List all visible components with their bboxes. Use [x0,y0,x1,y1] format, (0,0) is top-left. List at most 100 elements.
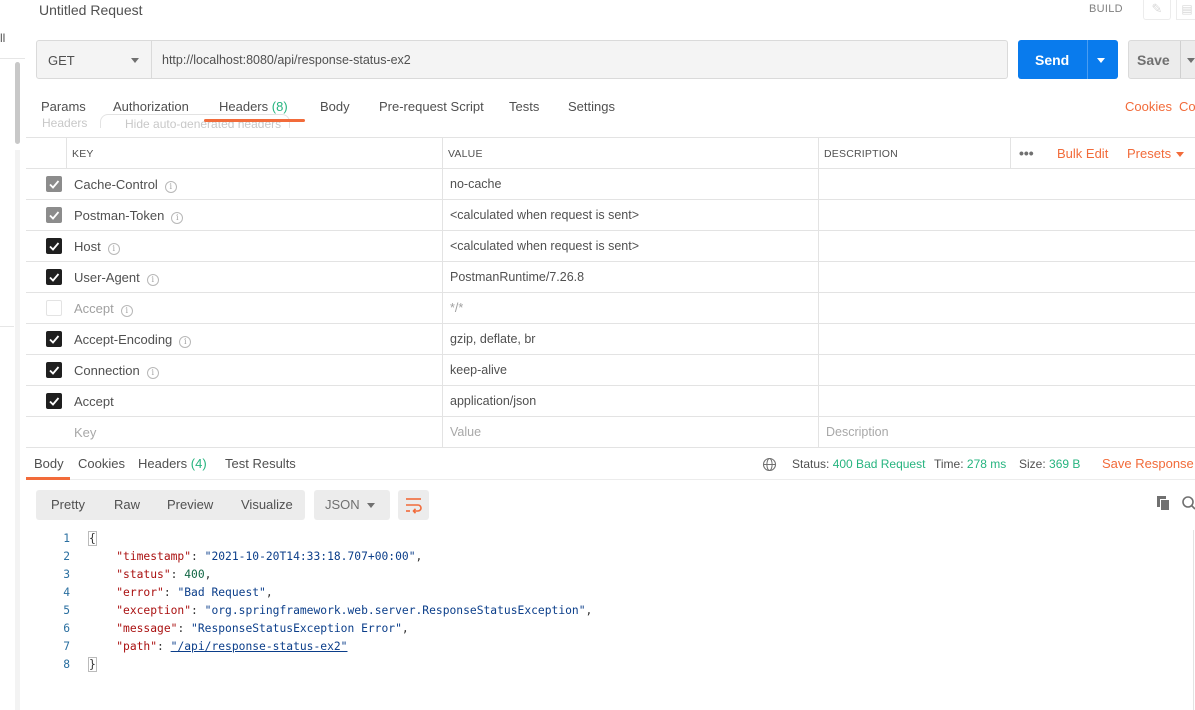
bulk-edit-button[interactable]: Bulk Edit [1057,146,1108,161]
code-link[interactable]: Co [1179,99,1195,114]
response-tab-test-results[interactable]: Test Results [225,456,296,471]
info-icon[interactable]: i [146,367,159,379]
send-divider [1087,40,1088,79]
format-raw[interactable]: Raw [114,497,140,512]
header-key[interactable]: Accept i [74,301,133,317]
header-value[interactable]: keep-alive [450,363,507,377]
response-size[interactable]: Size: 369 B [1019,457,1080,471]
row-checkbox[interactable] [46,331,62,347]
save-options-chevron-icon[interactable] [1187,58,1195,63]
row-checkbox[interactable] [46,393,62,409]
copy-icon[interactable] [1156,495,1171,511]
info-icon[interactable]: i [171,212,184,224]
sidebar-clipped-label[interactable]: ll [0,31,5,45]
row-checkbox[interactable] [46,238,62,254]
header-value[interactable]: gzip, deflate, br [450,332,535,346]
json-value: "ResponseStatusException Error" [191,622,402,635]
json-link-value[interactable]: "/api/response-status-ex2" [171,640,348,653]
request-title[interactable]: Untitled Request [39,2,143,18]
documentation-button[interactable]: ▤ [1176,0,1195,20]
cookies-link[interactable]: Cookies [1125,99,1172,114]
info-icon[interactable]: i [164,181,177,193]
sidebar-scrollbar-track[interactable] [15,150,20,710]
presets-chevron-icon[interactable] [1176,152,1184,157]
code-line: "timestamp": "2021-10-20T14:33:18.707+00… [116,550,423,563]
response-body[interactable]: 1 { 2 "timestamp": "2021-10-20T14:33:18.… [26,530,1195,710]
send-options-chevron-icon[interactable] [1097,58,1105,63]
format-pretty[interactable]: Pretty [51,497,85,512]
new-key-input[interactable]: Key [74,425,96,440]
row-checkbox[interactable] [46,176,62,192]
build-label[interactable]: BUILD [1089,3,1123,15]
response-status[interactable]: Status: 400 Bad Request [792,457,925,471]
response-tab-cookies-label: Cookies [78,456,125,471]
header-key[interactable]: Cache-Control i [74,177,177,193]
time-value: 278 ms [966,457,1007,471]
header-key[interactable]: Connection i [74,363,159,379]
table-row: Accept-Encoding i gzip, deflate, br [26,324,1195,355]
info-icon[interactable]: i [107,243,120,255]
format-visualize[interactable]: Visualize [241,497,293,512]
code-line: "message": "ResponseStatusException Erro… [116,622,409,635]
send-button[interactable]: Send [1018,40,1118,79]
header-key-text: Postman-Token [74,208,165,223]
new-description-input[interactable]: Description [826,425,889,439]
row-checkbox[interactable] [46,269,62,285]
table-row: Accept application/json [26,386,1195,417]
code-line: "error": "Bad Request", [116,586,273,599]
json-key: "timestamp" [116,550,192,563]
edit-button[interactable]: ✎ [1143,0,1171,20]
format-preview[interactable]: Preview [167,497,213,512]
ghost-headers-label: Headers [42,116,88,128]
header-value[interactable]: <calculated when request is sent> [450,239,639,253]
row-checkbox[interactable] [46,362,62,378]
globe-icon[interactable] [762,457,777,472]
more-icon[interactable]: ••• [1019,145,1034,161]
sidebar-scrollbar-thumb[interactable] [15,62,20,144]
header-value[interactable]: application/json [450,394,536,408]
tab-params[interactable]: Params [41,99,86,114]
json-value: "org.springframework.web.server.Response… [204,604,586,617]
row-checkbox[interactable] [46,300,62,316]
table-row: User-Agent i PostmanRuntime/7.26.8 [26,262,1195,293]
header-value[interactable]: */* [450,301,463,315]
tab-body[interactable]: Body [320,99,350,114]
save-response-button[interactable]: Save Response [1102,456,1194,471]
response-tab-cookies[interactable]: Cookies [78,456,125,471]
header-value[interactable]: PostmanRuntime/7.26.8 [450,270,584,284]
info-icon[interactable]: i [179,336,192,348]
new-value-input[interactable]: Value [450,425,481,439]
tab-tests[interactable]: Tests [509,99,539,114]
url-value: http://localhost:8080/api/response-statu… [162,53,411,67]
search-icon[interactable] [1181,495,1195,511]
header-key-text: Accept-Encoding [74,332,173,347]
row-checkbox[interactable] [46,207,62,223]
response-tab-body[interactable]: Body [34,456,64,471]
header-key[interactable]: Postman-Token i [74,208,184,224]
save-button[interactable]: Save [1128,40,1195,79]
header-value[interactable]: no-cache [450,177,501,191]
language-select[interactable]: JSON [314,490,390,520]
url-input[interactable]: http://localhost:8080/api/response-statu… [151,40,1008,79]
tab-headers[interactable]: Headers (8) [219,99,288,114]
info-icon[interactable]: i [146,274,159,286]
tab-authorization[interactable]: Authorization [113,99,189,114]
wrap-lines-button[interactable] [398,490,429,520]
response-time[interactable]: Time: 278 ms [934,457,1006,471]
header-key[interactable]: Host i [74,239,120,255]
method-select[interactable]: GET [36,40,152,79]
line-number: 2 [63,550,70,563]
header-value[interactable]: <calculated when request is sent> [450,208,639,222]
tab-pre-request-script[interactable]: Pre-request Script [379,99,484,114]
header-key[interactable]: Accept [74,394,114,409]
header-key[interactable]: User-Agent i [74,270,159,286]
info-icon[interactable]: i [120,305,133,317]
response-tab-headers[interactable]: Headers (4) [138,456,207,471]
tab-authorization-label: Authorization [113,99,189,114]
header-key[interactable]: Accept-Encoding i [74,332,192,348]
presets-button[interactable]: Presets [1127,146,1171,161]
header-key-text: Accept [74,301,114,316]
header-key-text: User-Agent [74,270,140,285]
tab-settings[interactable]: Settings [568,99,615,114]
json-value: 400 [184,568,205,581]
